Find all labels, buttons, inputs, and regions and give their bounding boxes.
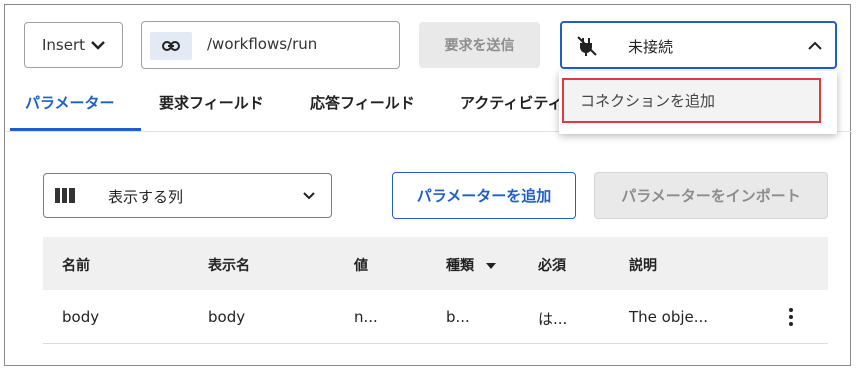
sort-down-icon (485, 263, 496, 269)
header-description[interactable]: 説明 (629, 255, 657, 275)
tab-activity[interactable]: アクティビティ (460, 92, 560, 113)
unplugged-icon (577, 36, 597, 56)
chevron-down-icon (91, 41, 105, 50)
header-name[interactable]: 名前 (62, 255, 90, 275)
cell-description[interactable]: The obje... (629, 308, 708, 326)
connection-menu: コネクションを追加 (559, 71, 837, 134)
url-field[interactable]: /workflows/run (141, 21, 400, 69)
send-request-label: 要求を送信 (444, 38, 515, 54)
cell-type[interactable]: b... (446, 308, 470, 326)
header-required[interactable]: 必須 (538, 255, 566, 275)
cell-name[interactable]: body (62, 308, 99, 326)
chevron-down-icon (303, 192, 315, 200)
link-chip[interactable] (150, 32, 192, 60)
add-parameter-button[interactable]: パラメーターを追加 (392, 172, 576, 219)
tab-request-fields[interactable]: 要求フィールド (159, 92, 264, 113)
link-icon (162, 41, 180, 51)
chevron-up-icon (808, 41, 822, 50)
import-parameter-label: パラメーターをインポート (621, 187, 801, 205)
cell-value[interactable]: n... (354, 308, 378, 326)
connection-select[interactable]: 未接続 (560, 21, 837, 69)
cell-display-name[interactable]: body (208, 308, 245, 326)
table-header (43, 237, 828, 290)
header-display-name[interactable]: 表示名 (208, 255, 250, 275)
columns-select-label: 表示する列 (108, 188, 184, 206)
header-type-label: 種類 (446, 258, 474, 274)
add-connection-menu-item[interactable]: コネクションを追加 (562, 78, 821, 123)
add-parameter-label: パラメーターを追加 (416, 187, 552, 205)
tab-response-fields[interactable]: 応答フィールド (310, 92, 415, 113)
import-parameter-button[interactable]: パラメーターをインポート (594, 172, 828, 219)
url-value: /workflows/run (207, 35, 318, 53)
insert-button[interactable]: Insert (24, 22, 123, 68)
columns-icon (55, 188, 75, 203)
insert-label: Insert (41, 36, 86, 54)
header-type[interactable]: 種類 (446, 255, 497, 275)
tab-parameters[interactable]: パラメーター (25, 92, 115, 113)
connection-label: 未接続 (628, 38, 674, 56)
row-divider (43, 343, 828, 344)
columns-select[interactable]: 表示する列 (43, 173, 332, 218)
send-request-button[interactable]: 要求を送信 (419, 22, 540, 68)
header-value[interactable]: 値 (354, 255, 368, 275)
more-vertical-icon[interactable] (786, 306, 796, 328)
cell-required[interactable]: は... (538, 308, 567, 329)
